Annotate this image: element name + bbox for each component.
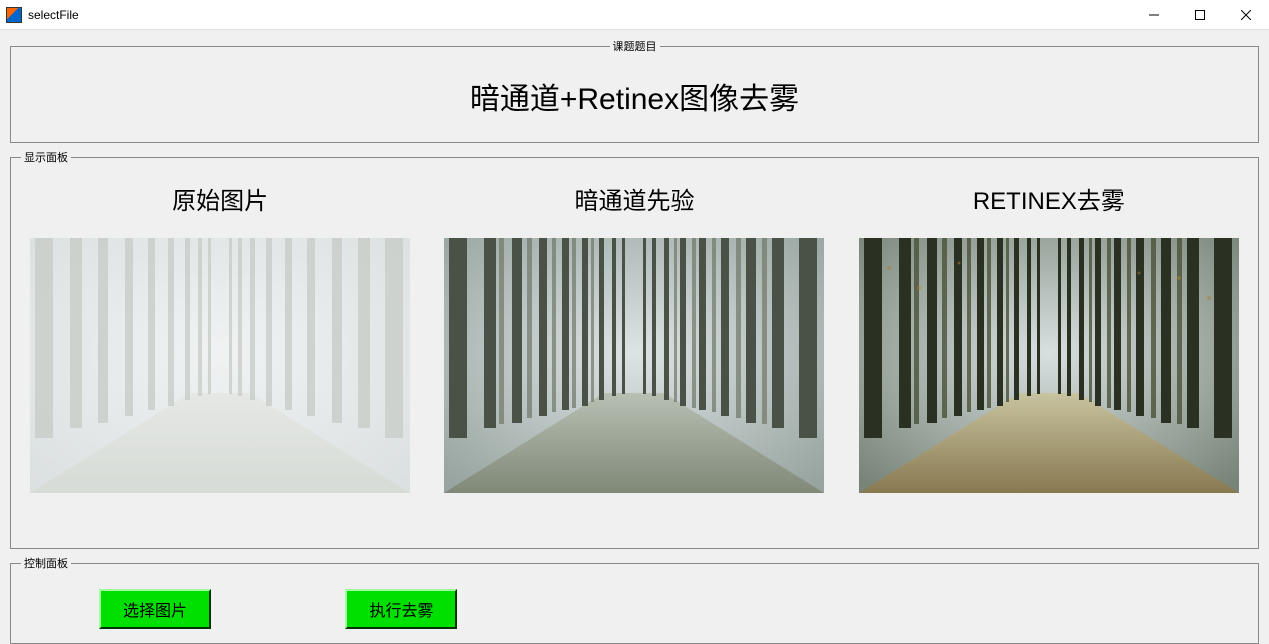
main-title: 暗通道+Retinex图像去雾 [21, 64, 1248, 132]
display-panel: 显示面板 原始图片 [10, 149, 1259, 549]
close-button[interactable] [1223, 0, 1269, 30]
retinex-image-label: RETINEX去雾 [852, 181, 1246, 216]
control-panel-legend: 控制面板 [21, 555, 71, 571]
images-row: 原始图片 [21, 175, 1248, 493]
execute-dehaze-button[interactable]: 执行去雾 [345, 589, 457, 629]
dark-channel-image-col: 暗通道先验 [437, 179, 831, 493]
original-image-col: 原始图片 [23, 179, 417, 493]
matlab-icon [6, 7, 22, 23]
display-panel-legend: 显示面板 [21, 149, 71, 165]
dark-channel-image [444, 238, 824, 493]
client-area: 课题题目 暗通道+Retinex图像去雾 显示面板 原始图片 [0, 30, 1269, 642]
window-titlebar: selectFile [0, 0, 1269, 30]
minimize-button[interactable] [1131, 0, 1177, 30]
window-title: selectFile [28, 8, 1131, 22]
dark-channel-image-label: 暗通道先验 [437, 181, 831, 216]
original-image-label: 原始图片 [23, 181, 417, 216]
original-image [30, 238, 410, 493]
select-image-button[interactable]: 选择图片 [99, 589, 211, 629]
retinex-image [859, 238, 1239, 493]
retinex-image-col: RETINEX去雾 [852, 179, 1246, 493]
maximize-button[interactable] [1177, 0, 1223, 30]
control-panel: 控制面板 选择图片 执行去雾 [10, 555, 1259, 644]
window-controls [1131, 0, 1269, 29]
title-panel-legend: 课题题目 [610, 38, 660, 54]
title-panel: 课题题目 暗通道+Retinex图像去雾 [10, 38, 1259, 143]
